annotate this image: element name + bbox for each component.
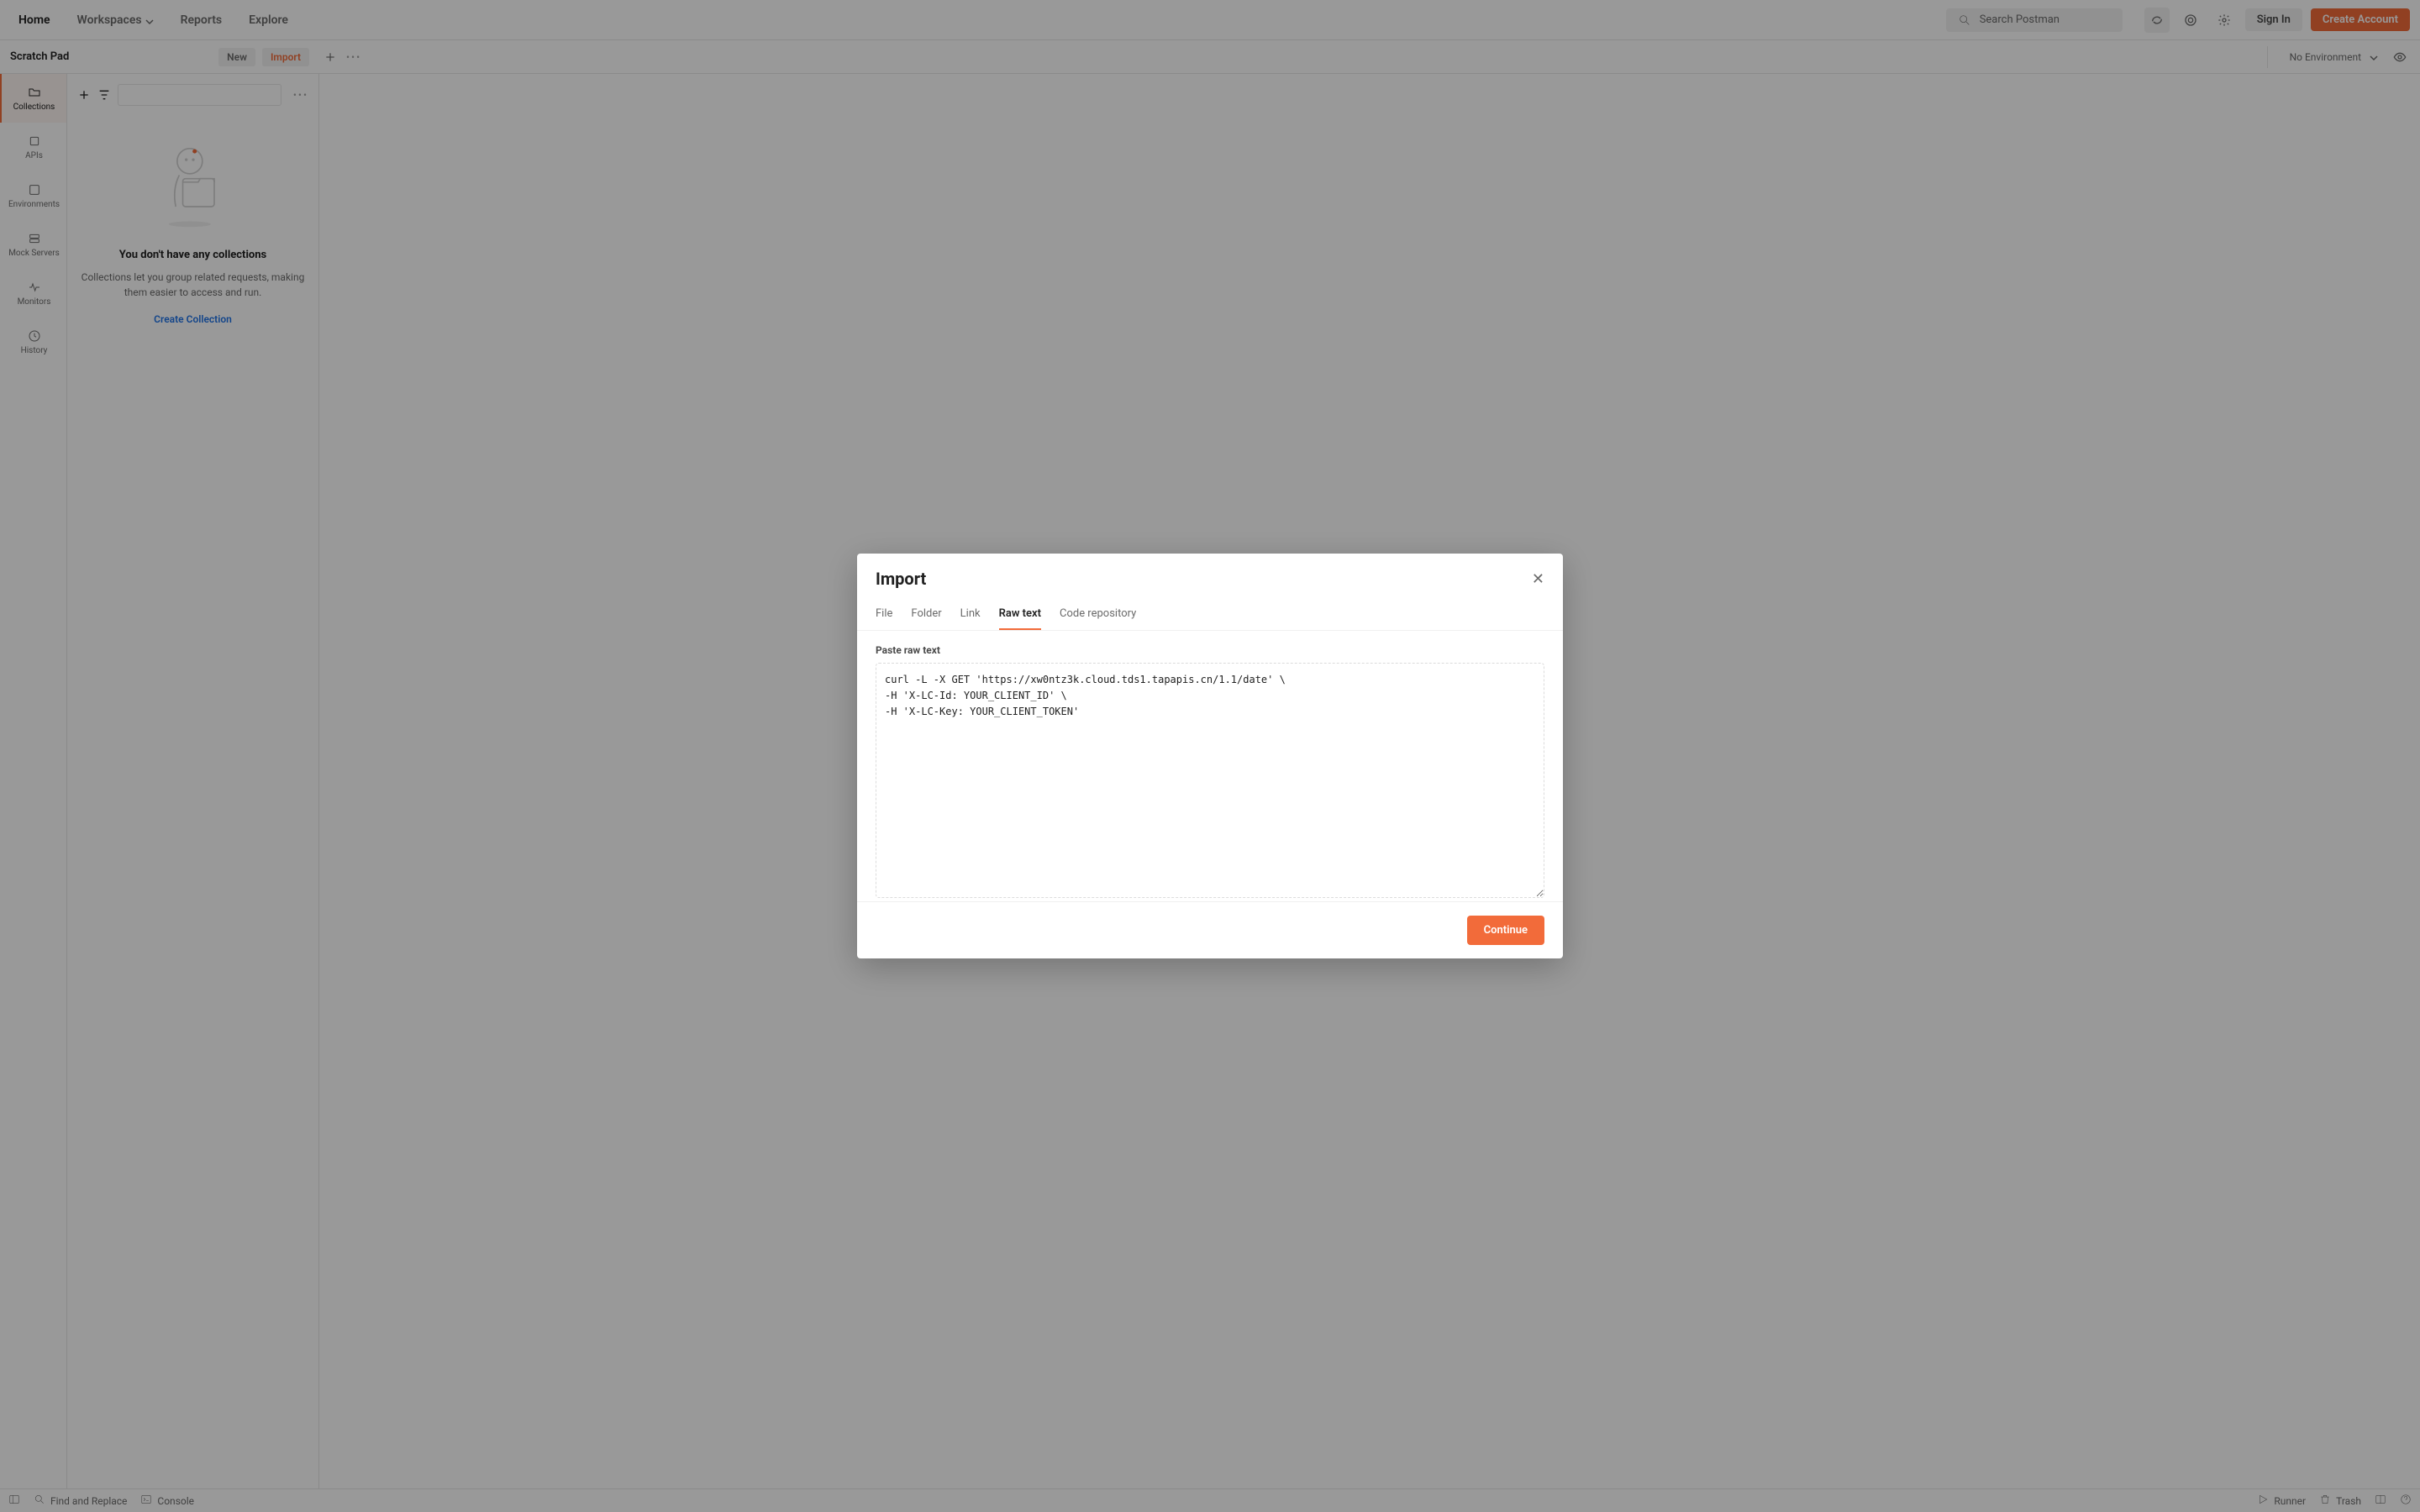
- import-modal: Import ✕ File Folder Link Raw text Code …: [857, 554, 1563, 958]
- tab-code-repository[interactable]: Code repository: [1060, 601, 1136, 630]
- modal-header: Import ✕: [857, 554, 1563, 594]
- tab-file[interactable]: File: [876, 601, 892, 630]
- continue-button[interactable]: Continue: [1467, 916, 1544, 945]
- modal-overlay[interactable]: Import ✕ File Folder Link Raw text Code …: [0, 0, 2420, 1512]
- tab-link[interactable]: Link: [960, 601, 981, 630]
- paste-raw-label: Paste raw text: [876, 644, 1544, 656]
- modal-title: Import: [876, 569, 926, 589]
- close-icon[interactable]: ✕: [1532, 570, 1544, 588]
- modal-tabs: File Folder Link Raw text Code repositor…: [857, 594, 1563, 631]
- tab-raw-text[interactable]: Raw text: [999, 601, 1041, 630]
- modal-footer: Continue: [857, 901, 1563, 958]
- modal-body: Paste raw text: [857, 631, 1563, 901]
- tab-folder[interactable]: Folder: [911, 601, 941, 630]
- raw-text-input[interactable]: [876, 663, 1544, 898]
